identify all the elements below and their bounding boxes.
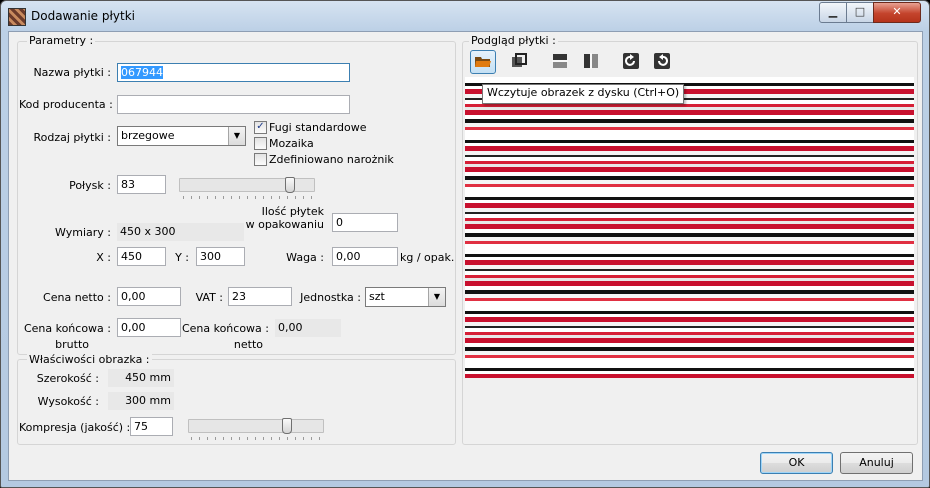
gloss-input[interactable]: 83 (117, 175, 166, 194)
maximize-button[interactable]: □ (846, 2, 874, 23)
name-input-value: 067944 (121, 66, 163, 79)
checkbox-mosaic[interactable] (254, 137, 267, 150)
pkg-count-label-2: w opakowaniu (245, 218, 324, 231)
app-icon (8, 8, 26, 26)
open-folder-icon (475, 57, 491, 67)
pkg-count-label-1: Ilość płytek (261, 205, 324, 218)
final-net-label-2: netto (233, 338, 263, 351)
image-width-value: 450 mm (108, 369, 174, 387)
net-price-label: Cena netto : (43, 291, 111, 304)
image-height-value: 300 mm (108, 392, 174, 410)
final-net-value: 0,00 (275, 319, 341, 337)
dimensions-value: 450 x 300 (117, 223, 244, 241)
vat-label: VAT : (195, 291, 223, 304)
dialog-window: Dodawanie płytki ▁ □ ✕ Parametry : Nazwa… (0, 0, 930, 488)
type-select-value: brzegowe (121, 129, 175, 142)
name-label: Nazwa płytki : (33, 66, 111, 79)
unit-select-value: szt (369, 290, 385, 303)
checkbox-standard-joints[interactable]: ✓ (254, 121, 267, 134)
weight-input[interactable]: 0,00 (332, 247, 398, 266)
type-select[interactable]: brzegowe ▼ (117, 126, 246, 146)
preview-legend: Podgląd płytki : (469, 34, 558, 47)
unit-label: Jednostka : (300, 291, 361, 304)
tooltip: Wczytuje obrazek z dysku (Ctrl+O) (482, 84, 685, 104)
image-props-legend: Właściwości obrazka : (27, 353, 152, 366)
close-button[interactable]: ✕ (873, 2, 921, 23)
final-net-label: Cena końcowa : (181, 322, 269, 335)
flip-vertical-icon (552, 54, 568, 68)
compression-input[interactable]: 75 (130, 417, 173, 436)
producer-code-label: Kod producenta : (19, 98, 113, 111)
chevron-down-icon: ▼ (428, 288, 445, 306)
compression-slider[interactable] (188, 419, 324, 433)
checkbox-corner-defined[interactable] (254, 153, 267, 166)
gloss-slider-thumb[interactable] (285, 177, 295, 193)
rotate-right-icon (623, 53, 639, 69)
weight-label: Waga : (286, 251, 324, 264)
tool-open-image[interactable] (470, 50, 496, 74)
gross-price-input[interactable]: 0,00 (117, 318, 181, 337)
cancel-button[interactable]: Anuluj (840, 452, 913, 474)
checkbox-corner-defined-label: Zdefiniowano narożnik (269, 153, 394, 166)
tool-rotate-right[interactable] (619, 50, 643, 72)
ok-button[interactable]: OK (760, 452, 833, 474)
compression-label: Kompresja (jakość) : (19, 421, 131, 434)
vat-input[interactable]: 23 (228, 287, 292, 306)
compression-slider-ticks (191, 437, 321, 440)
gloss-slider-ticks (183, 196, 313, 199)
image-height-label: Wysokość : (37, 395, 99, 408)
dimensions-label: Wymiary : (55, 226, 111, 239)
window-title: Dodawanie płytki (31, 9, 135, 23)
flip-horizontal-icon (584, 53, 598, 69)
gloss-label: Połysk : (69, 179, 111, 192)
net-price-input[interactable]: 0,00 (117, 287, 181, 306)
compression-slider-thumb[interactable] (282, 418, 292, 434)
crop-icon (512, 53, 527, 67)
chevron-down-icon: ▼ (228, 127, 245, 145)
checkbox-mosaic-label: Mozaika (269, 137, 314, 150)
checkbox-standard-joints-label: Fugi standardowe (269, 121, 367, 134)
type-label: Rodzaj płytki : (33, 131, 112, 144)
tool-rotate-left[interactable] (650, 50, 674, 72)
title-bar[interactable]: Dodawanie płytki ▁ □ ✕ (1, 1, 929, 31)
tool-flip-vertical[interactable] (548, 50, 572, 72)
gross-price-label-2: brutto (55, 338, 89, 351)
unit-select[interactable]: szt ▼ (365, 287, 446, 307)
tool-flip-horizontal[interactable] (579, 50, 603, 72)
tool-crop[interactable] (507, 50, 531, 72)
image-width-label: Szerokość : (36, 372, 99, 385)
x-label: X : (96, 251, 111, 264)
y-input[interactable]: 300 (196, 247, 245, 266)
params-legend: Parametry : (27, 34, 96, 47)
weight-unit: kg / opak. (400, 251, 455, 264)
minimize-button[interactable]: ▁ (819, 2, 847, 23)
y-label: Y : (175, 251, 189, 264)
pkg-count-input[interactable]: 0 (332, 213, 398, 232)
producer-code-input[interactable] (117, 95, 350, 114)
name-input[interactable]: 067944 (117, 63, 350, 82)
dialog-client-area: Parametry : Nazwa płytki : 067944 Kod pr… (8, 31, 923, 481)
rotate-left-icon (654, 53, 670, 69)
tile-preview-image (465, 77, 914, 378)
gross-price-label: Cena końcowa : (23, 322, 111, 335)
